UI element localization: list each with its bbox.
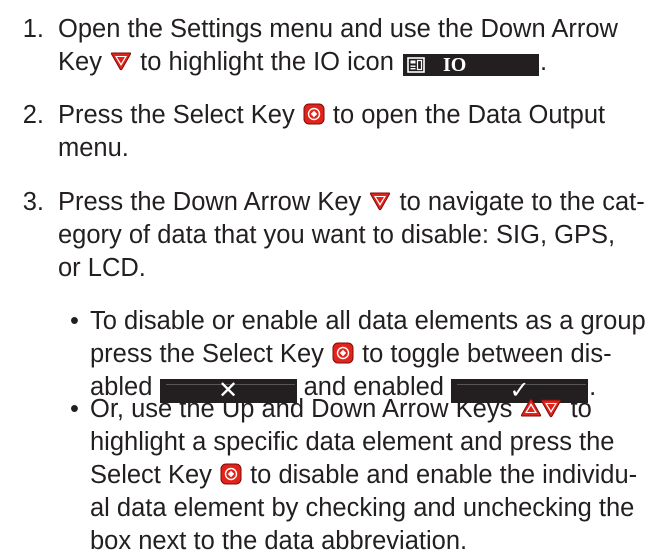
bullet-text-fragment: to toggle between dis- bbox=[362, 340, 612, 368]
step-1: 1. Open the Settings menu and use the Do… bbox=[6, 13, 661, 79]
step-text: Press the Down Arrow Key to navigate to … bbox=[58, 186, 661, 219]
step-number: 1. bbox=[22, 15, 44, 43]
io-menu-badge: IO bbox=[402, 54, 539, 76]
step-text-fragment: Press the Down Arrow Key bbox=[58, 188, 362, 216]
down-arrow-key-icon bbox=[540, 397, 562, 419]
bullet-text-fragment: press the Select Key bbox=[90, 340, 324, 368]
bullet-text-fragment: to disable and enable the individu- bbox=[250, 461, 638, 489]
step-number: 2. bbox=[22, 101, 44, 129]
punctuation: . bbox=[539, 48, 548, 76]
step-text-line: egory of data that you want to disable: … bbox=[58, 221, 616, 249]
bullet-text-fragment: Select Key bbox=[90, 461, 212, 489]
bullet-dot: • bbox=[70, 307, 79, 335]
step-text-line: or LCD. bbox=[58, 254, 146, 282]
step-text: Key to highlight the IO icon IO . bbox=[58, 46, 661, 79]
bullet-text-line: To disable or enable all data elements a… bbox=[90, 307, 646, 335]
step-text-fragment: Press the Select Key bbox=[58, 101, 295, 129]
step-2: 2. Press the Select Key to open the Data… bbox=[6, 99, 661, 165]
step-text: Open the Settings menu and use the Down … bbox=[58, 13, 661, 46]
up-arrow-key-icon bbox=[520, 397, 542, 419]
bullet-text: Or, use the Up and Down Arrow Keys to bbox=[90, 393, 660, 426]
down-arrow-key-icon bbox=[369, 190, 391, 212]
select-key-icon bbox=[220, 463, 242, 485]
bullet-text-fragment: to bbox=[570, 395, 592, 423]
bullet-text-line: al data element by checking and unchecki… bbox=[90, 494, 635, 522]
bullet-dot: • bbox=[70, 395, 79, 423]
select-key-icon bbox=[332, 342, 354, 364]
bullet-text-line: box next to the data abbreviation. bbox=[90, 527, 468, 555]
step-number: 3. bbox=[22, 188, 44, 216]
step-text-fragment: to navigate to the cat- bbox=[399, 188, 645, 216]
step-text-fragment: to highlight the IO icon bbox=[140, 48, 394, 76]
step-text-line: Open the Settings menu and use the Down … bbox=[58, 15, 618, 43]
bullet-individual-elements: • Or, use the Up and Down Arrow Keys to … bbox=[70, 393, 660, 558]
io-label: IO bbox=[442, 53, 467, 76]
step-text: Press the Select Key to open the Data Ou… bbox=[58, 99, 661, 132]
bullet-text: Select Key to disable and enable the ind… bbox=[90, 459, 660, 492]
io-icon bbox=[407, 57, 425, 73]
step-text-line: menu. bbox=[58, 134, 129, 162]
step-text-fragment: Key bbox=[58, 48, 102, 76]
bullet-text: press the Select Key to toggle between d… bbox=[90, 338, 660, 371]
select-key-icon bbox=[303, 103, 325, 125]
bullet-toggle-group: • To disable or enable all data elements… bbox=[70, 305, 660, 404]
bullet-text-line: highlight a specific data element and pr… bbox=[90, 428, 615, 456]
step-3: 3. Press the Down Arrow Key to navigate … bbox=[6, 186, 661, 285]
down-arrow-key-icon bbox=[110, 50, 132, 72]
step-text-fragment: to open the Data Output bbox=[332, 101, 606, 129]
bullet-text-fragment: Or, use the Up and Down Arrow Keys bbox=[90, 395, 513, 423]
